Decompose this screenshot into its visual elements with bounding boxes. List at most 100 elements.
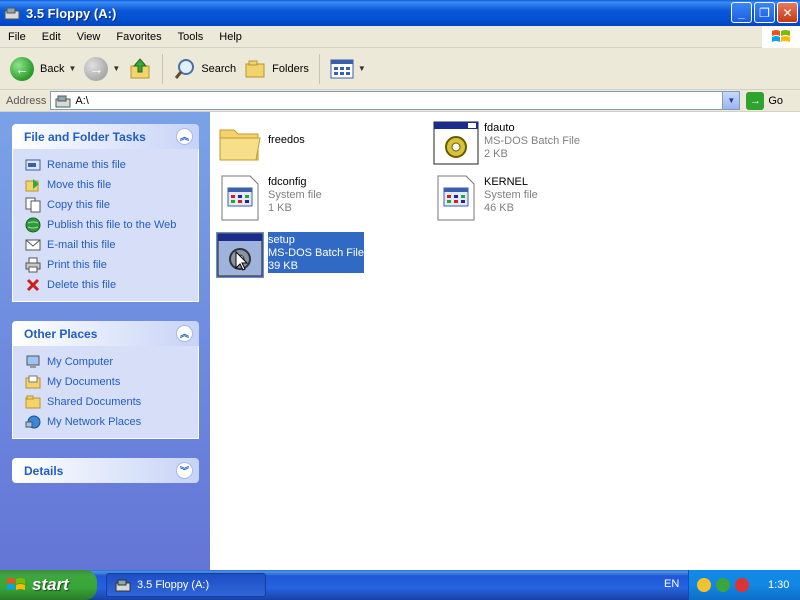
panel-title: Other Places	[24, 326, 98, 341]
task-label: Rename this file	[47, 159, 126, 171]
go-arrow-icon: →	[746, 91, 765, 110]
menu-bar: File Edit View Favorites Tools Help	[0, 26, 800, 48]
task-label: Publish this file to the Web	[47, 219, 177, 231]
views-icon	[330, 59, 354, 78]
minimize-button[interactable]: _	[731, 2, 752, 23]
batch-file-icon	[216, 232, 264, 278]
folders-button[interactable]: Folders	[240, 52, 313, 86]
task-move[interactable]: Move this file	[25, 175, 188, 195]
collapse-chevron-icon[interactable]: ︽	[176, 325, 193, 342]
go-button[interactable]: → Go	[746, 91, 783, 110]
place-label: My Computer	[47, 356, 114, 368]
search-button[interactable]: Search	[169, 52, 240, 86]
back-dropdown-icon[interactable]: ▼	[68, 64, 76, 73]
search-icon	[175, 58, 195, 79]
alert-shield-icon[interactable]	[735, 578, 749, 592]
menu-file[interactable]: File	[0, 31, 34, 43]
menu-edit[interactable]: Edit	[34, 31, 69, 43]
printer-icon	[25, 257, 41, 273]
details-header[interactable]: Details ︾	[12, 458, 199, 483]
task-label: Copy this file	[47, 199, 110, 211]
folder-item[interactable]: freedos	[216, 120, 305, 168]
file-size: 46 KB	[484, 202, 514, 214]
file-folder-tasks-header[interactable]: File and Folder Tasks ︽	[12, 124, 199, 149]
address-dropdown-icon[interactable]: ▼	[722, 92, 740, 109]
batch-file-icon	[433, 121, 479, 165]
file-type: MS-DOS Batch File	[268, 247, 364, 259]
forward-button[interactable]: → ▼	[80, 52, 124, 86]
shared-folder-icon	[25, 395, 41, 409]
forward-dropdown-icon[interactable]: ▼	[112, 64, 120, 73]
up-folder-button[interactable]	[124, 52, 156, 86]
toolbar: ← Back ▼ → ▼ Search Folders ▼	[0, 48, 800, 90]
place-my-computer[interactable]: My Computer	[25, 352, 188, 372]
other-places-header[interactable]: Other Places ︽	[12, 321, 199, 346]
network-icon	[25, 415, 41, 429]
forward-arrow-icon: →	[84, 56, 109, 81]
file-item[interactable]: KERNEL System file 46 KB	[432, 174, 538, 222]
task-rename[interactable]: Rename this file	[25, 155, 188, 175]
start-button[interactable]: start	[0, 570, 97, 600]
back-arrow-icon: ←	[10, 56, 34, 81]
views-dropdown-icon[interactable]: ▼	[358, 64, 366, 73]
maximize-button[interactable]: ❐	[754, 2, 775, 23]
file-list[interactable]: freedos fdauto MS-DOS Batch File 2 KB fd…	[210, 112, 800, 570]
title-bar[interactable]: 3.5 Floppy (A:) _ ❐ ✕	[0, 0, 800, 26]
address-bar: Address A:\ ▼ → Go	[0, 90, 800, 112]
computer-icon	[26, 355, 40, 368]
file-item-selected[interactable]: setup MS-DOS Batch File 39 KB	[216, 232, 364, 280]
toolbar-separator	[162, 53, 164, 84]
task-label: E-mail this file	[47, 239, 116, 251]
task-publish[interactable]: Publish this file to the Web	[25, 215, 188, 235]
file-size: 2 KB	[484, 148, 508, 160]
place-my-network[interactable]: My Network Places	[25, 412, 188, 432]
file-size: 1 KB	[268, 202, 292, 214]
panel-title: File and Folder Tasks	[24, 129, 146, 144]
system-file-icon	[221, 175, 259, 221]
back-button[interactable]: ← Back ▼	[6, 52, 80, 86]
windows-flag-icon	[7, 578, 25, 590]
task-print[interactable]: Print this file	[25, 255, 188, 275]
update-icon[interactable]	[716, 578, 730, 592]
file-name: KERNEL	[484, 176, 529, 188]
taskbar-window-button[interactable]: 3.5 Floppy (A:)	[106, 573, 266, 597]
globe-icon	[25, 217, 41, 233]
search-label: Search	[201, 62, 237, 75]
windows-logo-icon	[762, 26, 800, 48]
delete-icon	[26, 278, 40, 292]
place-shared-documents[interactable]: Shared Documents	[25, 392, 188, 412]
file-folder-tasks-panel: File and Folder Tasks ︽ Rename this file…	[12, 124, 199, 302]
place-my-documents[interactable]: My Documents	[25, 372, 188, 392]
window-title: 3.5 Floppy (A:)	[26, 5, 117, 21]
file-name: fdauto	[484, 122, 515, 134]
security-shield-icon[interactable]	[697, 578, 711, 592]
language-indicator[interactable]: EN	[664, 578, 679, 590]
collapse-chevron-icon[interactable]: ︽	[176, 128, 193, 145]
file-item[interactable]: fdconfig System file 1 KB	[216, 174, 322, 222]
close-button[interactable]: ✕	[777, 2, 798, 23]
task-delete[interactable]: Delete this file	[25, 275, 188, 295]
floppy-drive-icon	[4, 7, 20, 20]
menu-favorites[interactable]: Favorites	[108, 31, 169, 43]
up-folder-icon	[130, 57, 150, 78]
copy-icon	[25, 197, 41, 213]
place-label: My Documents	[47, 376, 121, 388]
menu-tools[interactable]: Tools	[170, 31, 212, 43]
file-type: System file	[268, 189, 322, 201]
panel-title: Details	[24, 463, 64, 478]
address-input[interactable]: A:\ ▼	[50, 91, 741, 110]
task-label: Delete this file	[47, 279, 117, 291]
views-button[interactable]: ▼	[326, 52, 370, 86]
move-icon	[25, 179, 39, 192]
floppy-drive-icon	[55, 95, 71, 107]
expand-chevron-icon[interactable]: ︾	[176, 462, 193, 479]
menu-view[interactable]: View	[69, 31, 109, 43]
folder-icon	[219, 129, 261, 161]
toolbar-separator	[318, 53, 320, 84]
file-item[interactable]: fdauto MS-DOS Batch File 2 KB	[432, 120, 580, 168]
file-name: fdconfig	[268, 176, 307, 188]
task-label: Print this file	[47, 259, 107, 271]
task-copy[interactable]: Copy this file	[25, 195, 188, 215]
menu-help[interactable]: Help	[211, 31, 250, 43]
task-email[interactable]: E-mail this file	[25, 235, 188, 255]
